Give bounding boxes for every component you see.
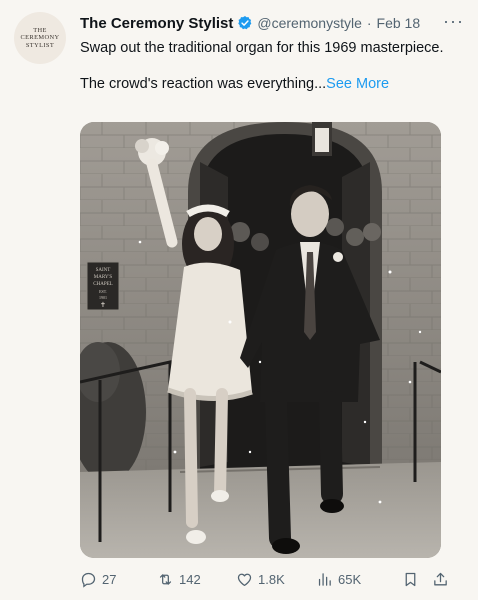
plaque-line: CHAPEL [93, 282, 112, 287]
reply-icon [81, 572, 96, 588]
see-more-link[interactable]: See More [326, 76, 389, 92]
tweet-paragraph: Swap out the traditional organ for this … [80, 40, 444, 56]
views-icon [318, 572, 331, 586]
plaque-line: EST. [99, 289, 107, 294]
like-button[interactable]: 1.8K [236, 571, 285, 588]
retweet-button[interactable]: 142 [157, 571, 201, 588]
views-count: 65K [338, 571, 362, 587]
photo-illustration: SAINT MARY'S CHAPEL EST. 1901 ✝ [80, 122, 441, 558]
plaque-line: MARY'S [94, 275, 113, 280]
tweet-paragraph-2: The crowd's reaction was everything...Se… [80, 75, 450, 94]
bookmark-icon [405, 572, 416, 586]
share-button[interactable] [432, 571, 454, 588]
verified-badge-icon [237, 15, 253, 31]
plaque-line: 1901 [99, 295, 107, 300]
more-icon[interactable]: ··· [443, 12, 464, 30]
share-icon [434, 572, 447, 585]
tweet-header: The Ceremony Stylist @ceremonystyle · Fe… [80, 12, 464, 34]
display-name[interactable]: The Ceremony Stylist [80, 15, 233, 32]
retweet-count: 142 [179, 571, 201, 587]
tweet-photo[interactable]: SAINT MARY'S CHAPEL EST. 1901 ✝ [80, 122, 441, 558]
tweet-date[interactable]: Feb 18 [377, 15, 421, 31]
avatar[interactable]: THE CEREMONY STYLIST [14, 12, 66, 64]
retweet-icon [159, 573, 172, 585]
avatar-text-line: THE [33, 26, 47, 34]
action-bar: 27 142 1.8K 65K [80, 568, 450, 590]
reply-count: 27 [102, 571, 117, 587]
tweet-paragraph-text: The crowd's reaction was everything... [80, 76, 327, 92]
avatar-text-line: CEREMONY [20, 34, 60, 42]
avatar-text-line: STYLIST [25, 41, 55, 49]
tweet-card: THE CEREMONY STYLIST The Ceremony Stylis… [0, 0, 478, 600]
like-count: 1.8K [258, 571, 285, 587]
user-handle[interactable]: @ceremonystyle [257, 15, 361, 31]
separator-dot: · [366, 15, 372, 31]
plaque-cross: ✝ [100, 301, 106, 309]
plaque-line: SAINT [96, 268, 111, 273]
heart-icon [237, 573, 252, 586]
tweet-text: Swap out the traditional organ for this … [80, 39, 450, 94]
reply-button[interactable]: 27 [80, 571, 116, 588]
bookmark-button[interactable] [402, 571, 424, 588]
views-button[interactable]: 65K [316, 571, 361, 588]
